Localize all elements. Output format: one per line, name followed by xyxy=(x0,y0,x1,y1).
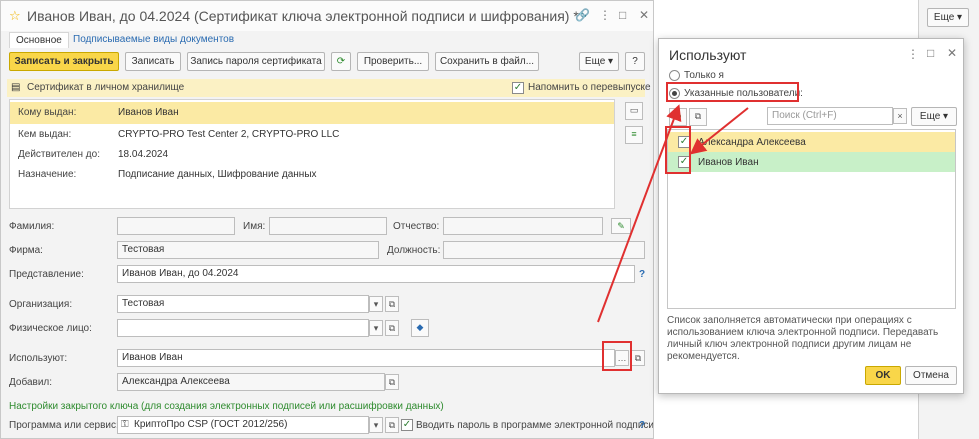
annotation-arrows xyxy=(597,104,749,323)
arrow-to-checkboxes xyxy=(689,107,749,155)
arrow-to-specified-users xyxy=(597,104,682,323)
